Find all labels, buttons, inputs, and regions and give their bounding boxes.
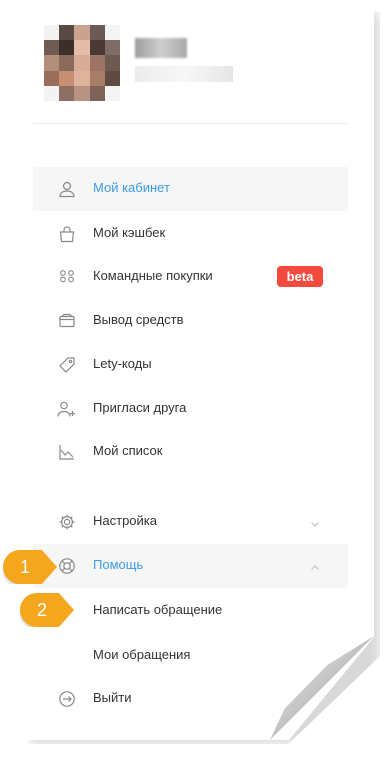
menu-item-invite-friend[interactable]: Пригласи друга [33,387,348,431]
user-icon [57,179,77,199]
menu-item-withdraw[interactable]: Вывод средств [33,299,348,343]
menu-item-label: Настройка [93,513,157,528]
menu-item-logout[interactable]: Выйти [33,677,348,721]
menu-item-label: Мой список [93,443,163,458]
menu-item-my-account[interactable]: Мой кабинет [33,167,348,211]
menu-item-label: Выйти [93,690,132,705]
wallet-icon [57,311,77,331]
chevron-down-icon[interactable] [310,516,320,527]
divider [33,123,348,124]
menu-item-team-purchases[interactable]: Командные покупки beta [33,255,348,299]
beta-badge: beta [277,266,323,287]
menu-item-my-list[interactable]: Мой список [33,430,348,474]
chevron-up-icon[interactable] [310,560,320,570]
logout-icon [57,689,77,709]
lifebuoy-icon [57,556,77,576]
menu-item-my-cashback[interactable]: Мой кэшбек [33,212,348,256]
menu-item-label: Пригласи друга [93,400,187,415]
chart-icon [57,442,77,462]
menu-item-label: Командные покупки [93,268,213,283]
gear-icon [57,512,77,532]
menu-item-label: Мой кэшбек [93,225,166,240]
menu-item-help[interactable]: Помощь [33,544,348,588]
avatar[interactable] [44,25,120,101]
menu-item-label: Мой кабинет [93,180,170,195]
submenu-item-write-request[interactable]: Написать обращение [93,602,222,617]
tag-icon [57,355,77,375]
shopping-bag-icon [57,224,77,244]
menu-item-label: Помощь [93,557,144,572]
user-name-blurred [135,38,187,58]
menu-item-lety-codes[interactable]: Lety-коды [33,343,348,387]
group-icon [57,267,77,287]
menu-item-label: Lety-коды [93,356,152,371]
user-subtitle-blurred [135,66,233,82]
menu-item-settings[interactable]: Настройка [33,500,348,544]
add-user-icon [57,399,77,419]
submenu-item-my-requests[interactable]: Мои обращения [93,647,190,662]
menu-item-label: Вывод средств [93,312,184,327]
